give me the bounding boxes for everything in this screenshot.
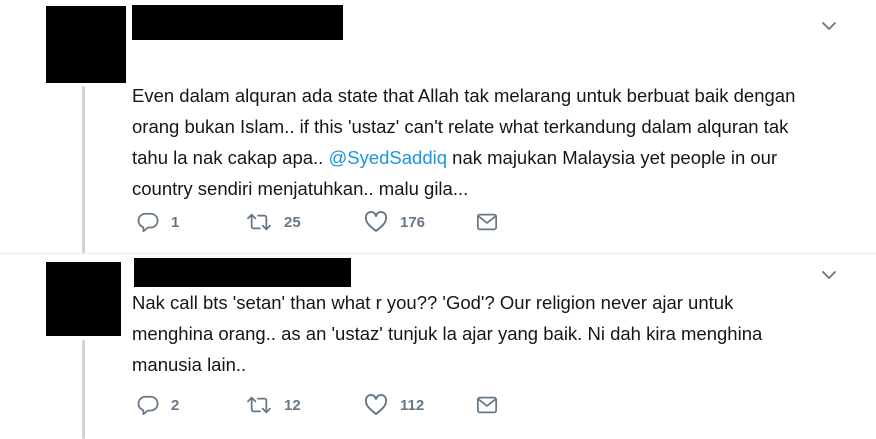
retweet-count: 12 xyxy=(284,396,301,414)
tweet-text-part: Nak call bts 'setan' than what r you?? '… xyxy=(132,292,763,375)
reply-button[interactable]: 1 xyxy=(137,210,179,234)
reply-count: 2 xyxy=(171,396,180,414)
direct-message-button[interactable] xyxy=(476,393,498,417)
tweet-actions: 2 12 112 xyxy=(132,393,532,417)
envelope-icon xyxy=(476,395,498,415)
thread-line xyxy=(82,86,85,254)
envelope-icon xyxy=(476,212,498,232)
avatar-redacted[interactable] xyxy=(46,262,121,336)
tweet-actions: 1 25 176 xyxy=(132,210,532,234)
like-button[interactable]: 112 xyxy=(364,393,424,417)
avatar-redacted[interactable] xyxy=(46,6,126,83)
reply-count: 1 xyxy=(171,213,180,231)
tweet[interactable]: Nak call bts 'setan' than what r you?? '… xyxy=(0,254,876,439)
heart-icon xyxy=(364,211,388,233)
heart-icon xyxy=(364,394,388,416)
tweet-text: Nak call bts 'setan' than what r you?? '… xyxy=(132,287,852,380)
like-button[interactable]: 176 xyxy=(364,210,425,234)
author-name-redacted[interactable] xyxy=(134,258,351,287)
author-name-redacted[interactable] xyxy=(132,5,343,40)
retweet-count: 25 xyxy=(284,213,301,231)
retweet-button[interactable]: 25 xyxy=(246,210,301,234)
reply-icon xyxy=(137,211,159,233)
mention-link[interactable]: @SyedSaddiq xyxy=(328,147,447,168)
like-count: 176 xyxy=(400,213,426,231)
retweet-icon xyxy=(246,394,272,416)
like-count: 112 xyxy=(400,396,425,414)
reply-button[interactable]: 2 xyxy=(137,393,179,417)
chevron-down-icon[interactable] xyxy=(821,18,837,34)
tweet[interactable]: Even dalam alquran ada state that Allah … xyxy=(0,0,876,254)
retweet-button[interactable]: 12 xyxy=(246,393,301,417)
reply-icon xyxy=(137,394,159,416)
chevron-down-icon[interactable] xyxy=(821,267,837,283)
tweet-text: Even dalam alquran ada state that Allah … xyxy=(132,80,852,204)
thread-line xyxy=(82,340,85,439)
retweet-icon xyxy=(246,211,272,233)
direct-message-button[interactable] xyxy=(476,210,498,234)
